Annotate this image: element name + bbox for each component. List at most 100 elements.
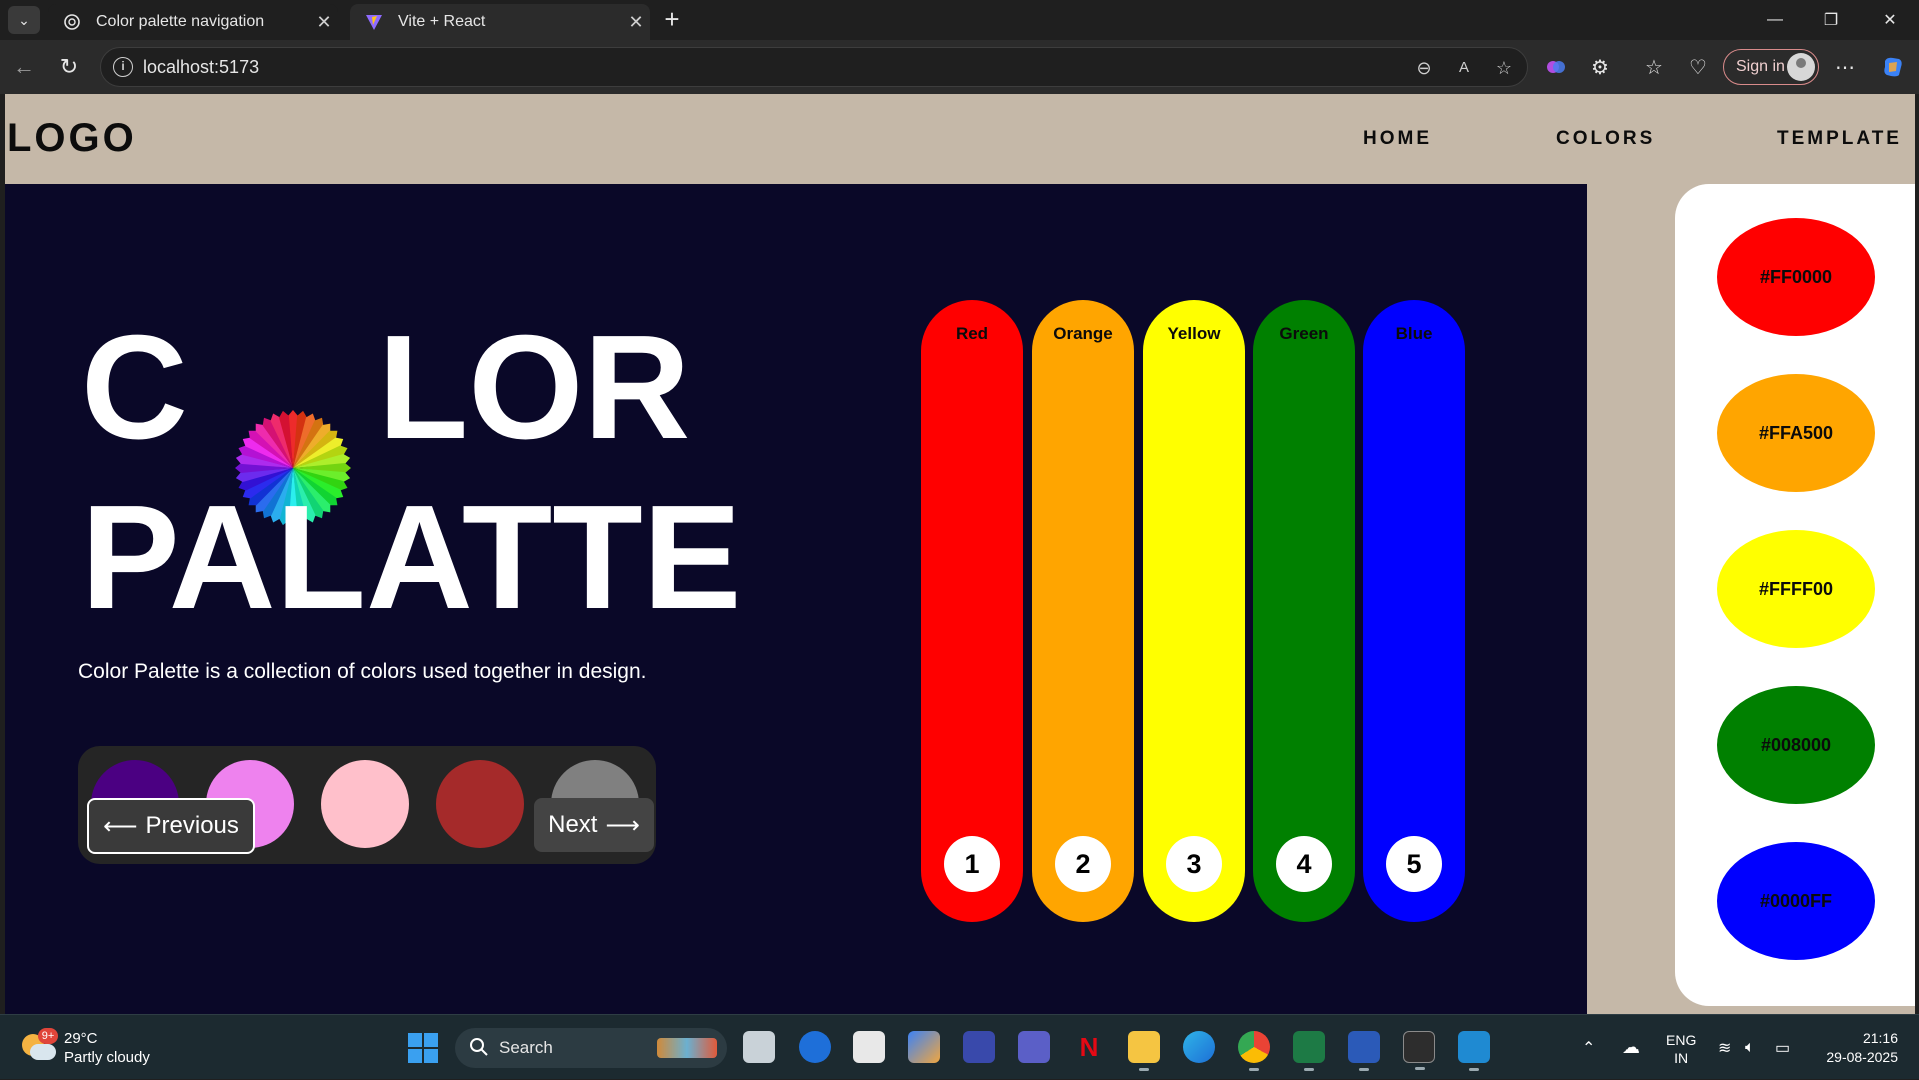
address-bar: ← ↻ i localhost:5173 ⊖ A ☆ ⚙ ☆ ♡ Sign in… — [0, 40, 1919, 94]
swatch-brown[interactable] — [436, 760, 524, 848]
notification-badge: 9+ — [38, 1028, 58, 1044]
favorite-star-icon[interactable]: ☆ — [1493, 57, 1515, 79]
clock-date: 29-08-2025 — [1826, 1049, 1898, 1065]
zoom-icon[interactable]: ⊖ — [1413, 57, 1435, 79]
color-bar-orange[interactable]: Orange 2 — [1032, 300, 1134, 922]
file-explorer-icon[interactable] — [1128, 1031, 1160, 1071]
browser-essentials-icon[interactable]: ♡ — [1684, 53, 1712, 81]
teams-icon[interactable] — [1018, 1031, 1050, 1063]
next-button[interactable]: Next ⟶ — [534, 798, 654, 852]
lang-region: IN — [1674, 1050, 1689, 1066]
input-language[interactable]: ENG IN — [1666, 1031, 1696, 1067]
vscode-icon[interactable] — [1458, 1031, 1490, 1071]
page-viewport: LOGO HOME COLORS TEMPLATE C LOR PALATTE C… — [5, 94, 1915, 1014]
chrome-icon[interactable] — [1238, 1031, 1270, 1071]
tab-color-palette-navigation[interactable]: Color palette navigation ✕ — [48, 4, 338, 40]
nav-colors[interactable]: COLORS — [1556, 128, 1655, 150]
minimize-icon[interactable]: — — [1747, 0, 1803, 40]
right-arrow-icon: ⟶ — [605, 811, 640, 839]
tab-actions-chevron-icon[interactable]: ⌄ — [8, 6, 40, 34]
extensions-icon[interactable]: ⚙ — [1586, 53, 1614, 81]
hero-title-lor: LOR — [377, 305, 691, 470]
hex-oval-red[interactable]: #FF0000 — [1717, 218, 1875, 336]
hero-title-line1: C LOR — [81, 314, 690, 462]
copilot-sidebar-icon[interactable] — [1542, 53, 1570, 81]
search-highlight-icon — [657, 1038, 717, 1058]
refresh-icon[interactable]: ↻ — [54, 52, 84, 82]
close-tab-icon[interactable]: ✕ — [622, 12, 650, 33]
wifi-icon[interactable]: ≋ — [1718, 1015, 1731, 1080]
color-bar-number: 5 — [1386, 836, 1442, 892]
previous-button[interactable]: ⟵ Previous — [87, 798, 255, 854]
previous-label: Previous — [145, 812, 239, 839]
nav-template[interactable]: TEMPLATE — [1777, 128, 1902, 150]
color-bar-label: Red — [955, 324, 989, 343]
hero-title-c: C — [81, 305, 188, 470]
url-text[interactable]: localhost:5173 — [143, 57, 259, 78]
close-window-icon[interactable]: ✕ — [1862, 0, 1918, 40]
lang-code: ENG — [1666, 1032, 1697, 1048]
dell-icon[interactable] — [799, 1031, 831, 1063]
weather-widget[interactable]: 9+ 29°C Partly cloudy — [22, 1028, 150, 1067]
weather-desc: Partly cloudy — [64, 1049, 150, 1066]
taskbar-search[interactable]: Search — [455, 1028, 727, 1068]
close-tab-icon[interactable]: ✕ — [310, 12, 338, 33]
system-clock[interactable]: 21:16 29-08-2025 — [1818, 1029, 1898, 1067]
site-header: LOGO HOME COLORS TEMPLATE — [5, 94, 1915, 184]
terminal-icon[interactable] — [1403, 1031, 1435, 1070]
show-hidden-icons-chevron-icon[interactable]: ⌃ — [1582, 1015, 1595, 1080]
sign-in-button[interactable]: Sign in — [1723, 49, 1819, 85]
netflix-icon[interactable]: N — [1073, 1031, 1105, 1063]
windows-start-icon[interactable] — [408, 1033, 438, 1063]
color-bar-red[interactable]: Red 1 — [921, 300, 1023, 922]
hero-description: Color Palette is a collection of colors … — [78, 660, 647, 683]
edge-icon[interactable] — [1183, 1031, 1215, 1063]
battery-icon[interactable]: ▭ — [1775, 1015, 1790, 1080]
weather-temp: 29°C — [64, 1030, 98, 1047]
hex-oval-blue[interactable]: #0000FF — [1717, 842, 1875, 960]
color-bar-blue[interactable]: Blue 5 — [1363, 300, 1465, 922]
microsoft-store-icon[interactable] — [853, 1031, 885, 1063]
hex-oval-yellow[interactable]: #FFFF00 — [1717, 530, 1875, 648]
copilot-app-icon[interactable] — [908, 1031, 940, 1063]
onedrive-icon[interactable]: ☁ — [1622, 1015, 1640, 1080]
hex-code-panel: #FF0000 #FFA500 #FFFF00 #008000 #0000FF — [1675, 184, 1915, 1006]
excel-icon[interactable] — [1293, 1031, 1325, 1071]
site-logo[interactable]: LOGO — [7, 116, 137, 161]
hex-oval-green[interactable]: #008000 — [1717, 686, 1875, 804]
new-tab-plus-icon[interactable]: + — [657, 6, 687, 34]
clock-time: 21:16 — [1862, 1030, 1898, 1046]
tab-vite-react[interactable]: Vite + React ✕ — [350, 4, 650, 40]
swatch-pink[interactable] — [321, 760, 409, 848]
volume-icon[interactable]: 🔈︎ — [1745, 1015, 1755, 1080]
nav-home[interactable]: HOME — [1363, 128, 1432, 150]
word-icon[interactable] — [1348, 1031, 1380, 1071]
chatgpt-icon — [62, 12, 82, 32]
read-aloud-icon[interactable]: A — [1453, 57, 1475, 79]
url-field[interactable]: i localhost:5173 ⊖ A ☆ — [100, 47, 1528, 87]
color-bar-label: Blue — [1395, 324, 1433, 343]
tab-title: Color palette navigation — [96, 13, 265, 30]
copilot-icon[interactable] — [1879, 53, 1907, 81]
browser-tab-bar: ⌄ Color palette navigation ✕ Vite + Reac… — [0, 0, 1919, 40]
task-view-icon[interactable] — [743, 1031, 775, 1063]
hero-section: C LOR PALATTE Color Palette is a collecti… — [5, 184, 1587, 1014]
tab-title: Vite + React — [398, 13, 486, 30]
color-bar-label: Green — [1279, 324, 1329, 343]
vpn-app-icon[interactable] — [963, 1031, 995, 1063]
site-info-icon[interactable]: i — [113, 57, 133, 77]
color-bar-yellow[interactable]: Yellow 3 — [1143, 300, 1245, 922]
profile-avatar-icon — [1787, 53, 1815, 81]
back-arrow-icon[interactable]: ← — [9, 52, 39, 82]
color-bar-number: 4 — [1276, 836, 1332, 892]
favorites-icon[interactable]: ☆ — [1640, 53, 1668, 81]
vite-icon — [364, 12, 384, 32]
hex-oval-orange[interactable]: #FFA500 — [1717, 374, 1875, 492]
restore-icon[interactable]: ❐ — [1803, 0, 1859, 40]
search-placeholder: Search — [499, 1038, 553, 1057]
color-bar-green[interactable]: Green 4 — [1253, 300, 1355, 922]
sign-in-label: Sign in — [1736, 58, 1785, 75]
partly-cloudy-icon: 9+ — [22, 1028, 58, 1064]
more-options-icon[interactable]: ⋯ — [1831, 53, 1859, 81]
hero-title-line2: PALATTE — [81, 475, 742, 640]
